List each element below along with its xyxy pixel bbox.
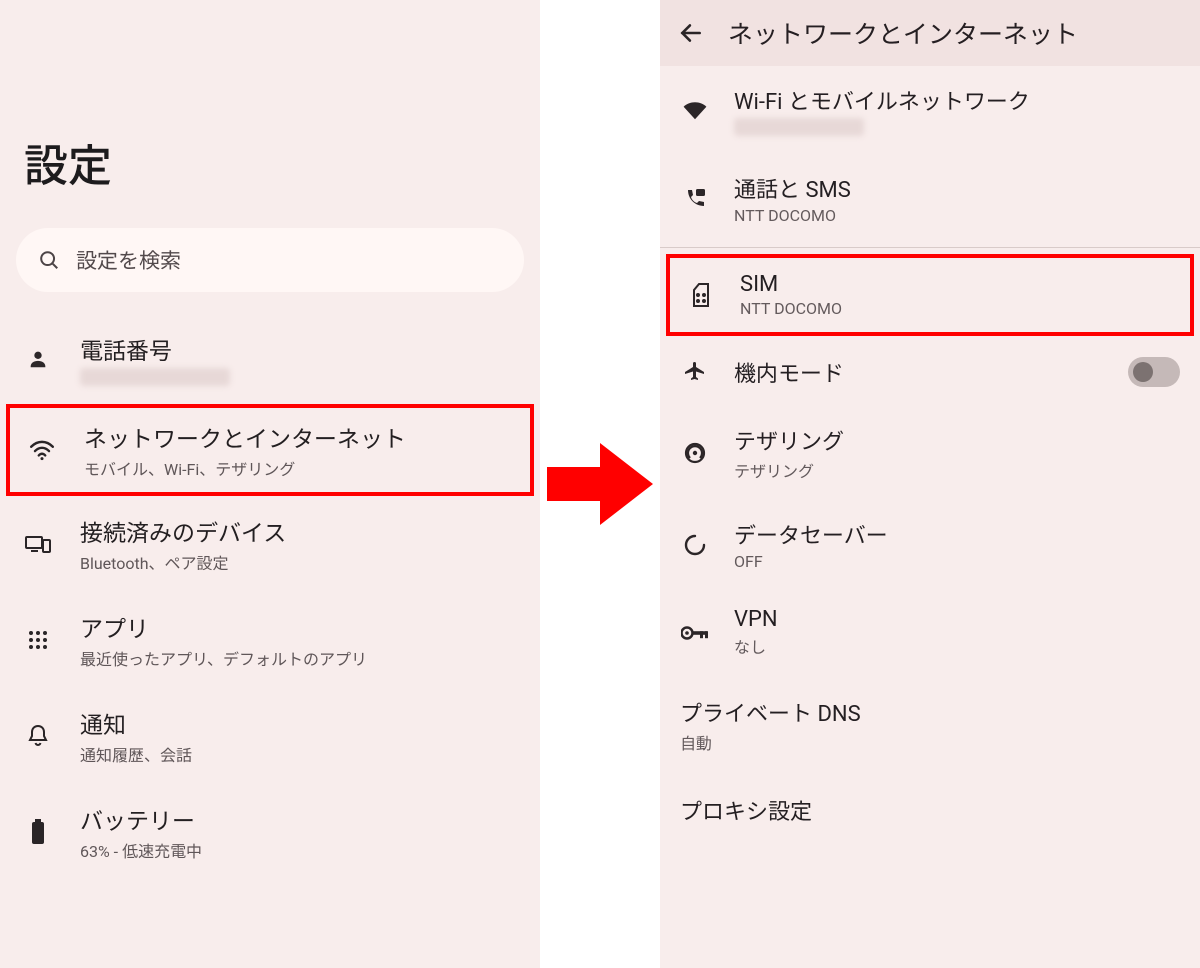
settings-item-battery[interactable]: バッテリー 63% - 低速充電中: [0, 784, 540, 880]
settings-item-network[interactable]: ネットワークとインターネット モバイル、Wi-Fi、テザリング: [6, 404, 534, 496]
item-sublabel: NTT DOCOMO: [734, 206, 1180, 225]
item-label: バッテリー: [80, 802, 202, 836]
app-bar: ネットワークとインターネット: [660, 0, 1200, 66]
item-sublabel: なし: [734, 634, 1180, 658]
item-label: テザリング: [734, 424, 1180, 456]
phone-sms-icon: [680, 187, 710, 211]
item-sublabel: 最近使ったアプリ、デフォルトのアプリ: [80, 646, 367, 670]
search-icon: [38, 249, 60, 271]
arrow-right-icon: [545, 429, 655, 539]
screen-title: ネットワークとインターネット: [728, 15, 1078, 51]
divider: [660, 247, 1200, 248]
item-sublabel: モバイル、Wi-Fi、テザリング: [84, 456, 406, 480]
redacted-value: [734, 118, 864, 136]
data-saver-icon: [680, 533, 710, 557]
item-sublabel: OFF: [734, 552, 1180, 571]
item-label: 電話番号: [80, 332, 230, 366]
item-sublabel: テザリング: [734, 458, 1180, 482]
item-sublabel: Bluetooth、ペア設定: [80, 550, 286, 574]
apps-grid-icon: [22, 630, 54, 650]
network-item-wifi[interactable]: Wi-Fi とモバイルネットワーク: [660, 66, 1200, 154]
search-bar[interactable]: 設定を検索: [16, 228, 524, 292]
search-placeholder: 設定を検索: [76, 245, 181, 275]
settings-item-phone-number[interactable]: 電話番号: [0, 314, 540, 404]
wifi-icon: [26, 439, 58, 461]
wifi-icon: [680, 99, 710, 121]
network-item-airplane[interactable]: 機内モード: [660, 338, 1200, 406]
page-title: 設定: [24, 130, 516, 194]
settings-item-connected-devices[interactable]: 接続済みのデバイス Bluetooth、ペア設定: [0, 496, 540, 592]
item-label: Wi-Fi とモバイルネットワーク: [734, 84, 1180, 116]
item-label: VPN: [734, 607, 1180, 632]
network-item-private-dns[interactable]: プライベート DNS 自動: [660, 676, 1200, 774]
devices-icon: [22, 534, 54, 554]
item-label: アプリ: [80, 610, 367, 644]
item-sublabel: 63% - 低速充電中: [80, 838, 202, 862]
network-item-data-saver[interactable]: データセーバー OFF: [660, 500, 1200, 589]
network-item-proxy[interactable]: プロキシ設定: [660, 774, 1200, 846]
item-sublabel: NTT DOCOMO: [740, 299, 1174, 318]
battery-icon: [22, 819, 54, 845]
settings-item-notifications[interactable]: 通知 通知履歴、会話: [0, 688, 540, 784]
item-label: プロキシ設定: [680, 794, 1180, 826]
item-label: 通知: [80, 706, 192, 740]
airplane-toggle[interactable]: [1128, 357, 1180, 387]
settings-item-apps[interactable]: アプリ 最近使ったアプリ、デフォルトのアプリ: [0, 592, 540, 688]
back-icon[interactable]: [678, 20, 704, 46]
airplane-icon: [680, 360, 710, 384]
bell-icon: [22, 724, 54, 748]
item-sublabel: 自動: [680, 730, 1180, 754]
item-label: SIM: [740, 272, 1174, 297]
item-label: 接続済みのデバイス: [80, 514, 286, 548]
network-item-tethering[interactable]: テザリング テザリング: [660, 406, 1200, 500]
item-label: 通話と SMS: [734, 172, 1180, 204]
item-label: データセーバー: [734, 518, 1180, 550]
item-sublabel: 通知履歴、会話: [80, 742, 192, 766]
item-label: プライベート DNS: [680, 696, 1180, 728]
item-label: ネットワークとインターネット: [84, 420, 406, 454]
item-label: 機内モード: [734, 356, 1104, 388]
network-item-sim[interactable]: SIM NTT DOCOMO: [670, 258, 1190, 332]
hotspot-icon: [680, 441, 710, 465]
vpn-key-icon: [680, 625, 710, 641]
person-icon: [22, 348, 54, 370]
redacted-value: [80, 368, 230, 386]
network-item-vpn[interactable]: VPN なし: [660, 589, 1200, 676]
network-item-calls-sms[interactable]: 通話と SMS NTT DOCOMO: [660, 154, 1200, 243]
sim-icon: [686, 282, 716, 308]
